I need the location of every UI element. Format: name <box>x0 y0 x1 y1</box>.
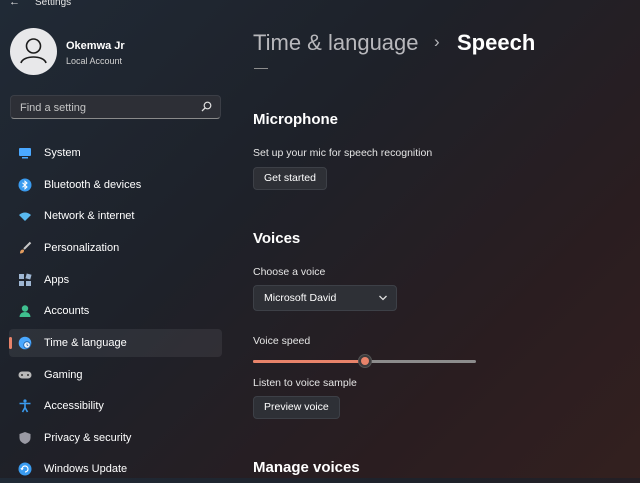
voice-speed-slider[interactable] <box>253 354 476 368</box>
sidebar-item-label: Accessibility <box>44 400 104 412</box>
user-name: Okemwa Jr <box>66 40 125 52</box>
avatar[interactable] <box>10 28 57 75</box>
listen-sample-label: Listen to voice sample <box>253 377 357 389</box>
brush-icon <box>20 241 32 254</box>
slider-thumb[interactable] <box>358 354 372 368</box>
wifi-icon <box>19 212 31 221</box>
voice-dropdown[interactable]: Microsoft David <box>253 285 397 311</box>
voices-heading: Voices <box>253 230 301 247</box>
sidebar-item-label: Accounts <box>44 305 90 317</box>
search-icon[interactable] <box>201 101 212 112</box>
sidebar-item-apps[interactable]: Apps <box>9 266 222 294</box>
apps-icon <box>19 273 32 286</box>
sidebar-item-label: System <box>44 147 81 159</box>
sidebar-item-personalization[interactable]: Personalization <box>9 234 222 262</box>
sidebar-item-network[interactable]: Network & internet <box>9 202 222 230</box>
sidebar-item-label: Privacy & security <box>44 432 132 444</box>
slider-fill <box>253 360 365 363</box>
sidebar-item-label: Windows Update <box>44 463 128 475</box>
sidebar-item-gaming[interactable]: Gaming <box>9 361 222 389</box>
selection-indicator <box>9 337 12 349</box>
chevron-right-icon: › <box>434 32 440 51</box>
sidebar-item-label: Network & internet <box>44 210 135 222</box>
sidebar-item-system[interactable]: System <box>9 139 222 167</box>
choose-voice-label: Choose a voice <box>253 266 326 278</box>
sidebar-item-label: Gaming <box>44 369 83 381</box>
accounts-icon <box>19 305 31 317</box>
title-bar: ← Settings <box>0 0 640 12</box>
sidebar-item-label: Bluetooth & devices <box>44 179 142 191</box>
preview-voice-button[interactable]: Preview voice <box>253 396 340 419</box>
user-icon <box>20 38 47 64</box>
search-box[interactable] <box>10 95 221 119</box>
search-input[interactable] <box>18 99 192 117</box>
sidebar-item-label: Personalization <box>44 242 120 254</box>
globe-clock-icon <box>18 336 32 350</box>
account-type: Local Account <box>66 56 123 66</box>
gamepad-icon <box>18 371 32 379</box>
scroll-indicator <box>254 68 268 69</box>
sidebar-item-windows-update[interactable]: Windows Update <box>9 455 222 483</box>
sidebar-item-label: Time & language <box>44 337 127 349</box>
breadcrumb-parent[interactable]: Time & language <box>253 30 419 56</box>
accessibility-icon <box>19 399 31 413</box>
voice-speed-label: Voice speed <box>253 335 311 347</box>
sidebar-item-accessibility[interactable]: Accessibility <box>9 392 222 420</box>
microphone-heading: Microphone <box>253 111 338 128</box>
microphone-description: Set up your mic for speech recognition <box>253 147 433 159</box>
bluetooth-icon <box>18 178 32 192</box>
get-started-button[interactable]: Get started <box>253 167 327 190</box>
page-title: Speech <box>457 30 536 55</box>
system-icon <box>19 148 31 159</box>
sidebar-item-bluetooth[interactable]: Bluetooth & devices <box>9 171 222 199</box>
shield-icon <box>19 432 31 444</box>
update-icon <box>18 462 32 476</box>
sidebar-item-accounts[interactable]: Accounts <box>9 297 222 325</box>
back-arrow-icon[interactable]: ← <box>9 0 20 8</box>
sidebar-item-time-language[interactable]: Time & language <box>9 329 222 357</box>
sidebar-item-label: Apps <box>44 274 70 286</box>
chevron-down-icon <box>379 295 387 301</box>
app-title: Settings <box>35 0 72 8</box>
manage-voices-heading: Manage voices <box>253 459 360 476</box>
sidebar-item-privacy[interactable]: Privacy & security <box>9 424 222 452</box>
selected-voice: Microsoft David <box>264 292 337 304</box>
